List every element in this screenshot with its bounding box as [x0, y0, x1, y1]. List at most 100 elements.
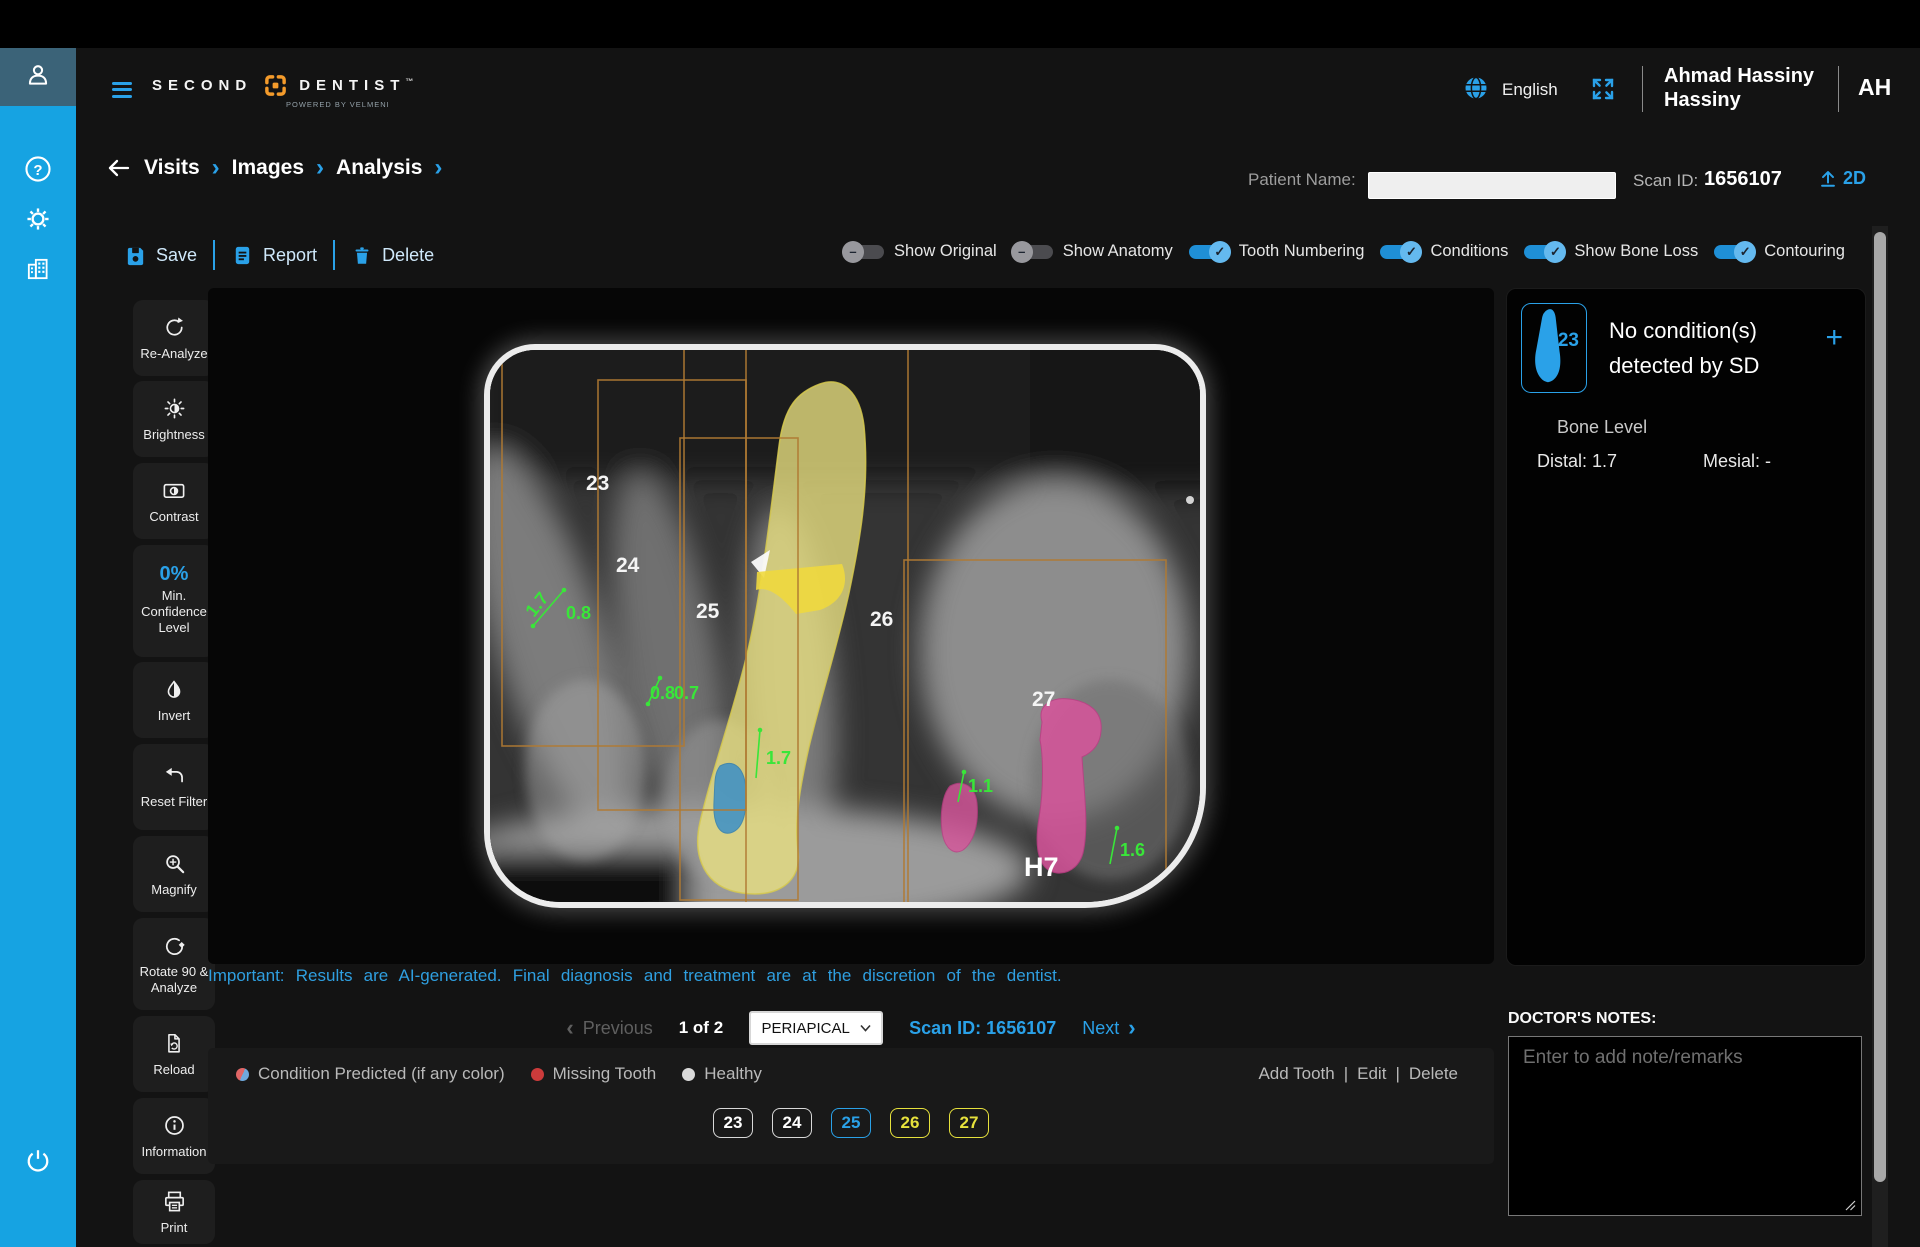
organization-icon	[24, 255, 52, 288]
help-icon: ?	[23, 154, 53, 189]
save-button[interactable]: Save	[124, 244, 197, 267]
minus-icon: –	[842, 241, 864, 263]
tooth-button-27[interactable]: 27	[949, 1108, 989, 1138]
information-button[interactable]: Information	[133, 1098, 215, 1174]
toggle-switch[interactable]: ✓	[1522, 243, 1566, 261]
tooth-thumbnail[interactable]: 23	[1521, 303, 1587, 393]
upload-icon	[1818, 167, 1838, 189]
left-nav-sidebar: ?	[0, 48, 76, 1247]
toggle-switch[interactable]: –	[842, 243, 886, 261]
healthy-dot-icon	[682, 1068, 695, 1081]
back-arrow-icon[interactable]	[106, 156, 132, 180]
breadcrumb-item-analysis[interactable]: Analysis	[336, 156, 422, 180]
menu-hamburger-icon[interactable]	[112, 78, 132, 101]
toggle-label: Conditions	[1430, 242, 1508, 261]
help-glyph: ?	[33, 161, 42, 178]
image-type-value: PERIAPICAL	[761, 1020, 849, 1037]
reset-filter-button[interactable]: Reset Filter	[133, 744, 215, 830]
magnify-button[interactable]: Magnify	[133, 836, 215, 912]
scan-id-label: Scan ID:	[1633, 171, 1698, 191]
add-tooth-button[interactable]: Add Tooth	[1258, 1064, 1334, 1084]
next-button[interactable]: Next ›	[1082, 1015, 1135, 1041]
xray-image[interactable]: 1.7 0.8 0.8 0.7 1.7 1.1	[490, 350, 1200, 902]
tooth-button-26[interactable]: 26	[890, 1108, 930, 1138]
tool-label: Contrast	[149, 509, 198, 525]
action-toolbar: Save Report Delet	[124, 240, 434, 270]
brightness-button[interactable]: Brightness	[133, 381, 215, 457]
edit-tooth-button[interactable]: Edit	[1357, 1064, 1386, 1084]
sidebar-item-organization[interactable]	[0, 242, 76, 300]
rotate-analyze-button[interactable]: Rotate 90 & Analyze	[133, 918, 215, 1010]
xray-viewer-panel: 1.7 0.8 0.8 0.7 1.7 1.1	[208, 288, 1494, 964]
tool-label: Print	[161, 1220, 188, 1236]
delete-label: Delete	[382, 245, 434, 266]
print-button[interactable]: Print	[133, 1180, 215, 1244]
scrollbar-thumb[interactable]	[1874, 232, 1886, 1182]
magnifier-icon	[162, 851, 187, 876]
patient-name-redacted	[1368, 172, 1616, 199]
measurement-value: 0.8	[566, 603, 591, 623]
legend-panel: Condition Predicted (if any color) Missi…	[208, 1048, 1494, 1164]
measurement-value: 1.6	[1120, 840, 1145, 860]
page-indicator: 1 of 2	[679, 1018, 723, 1038]
breadcrumb-item-visits[interactable]: Visits	[144, 156, 200, 180]
doctors-notes-title: DOCTOR'S NOTES:	[1508, 1010, 1656, 1028]
xray-annotations: 1.7 0.8 0.8 0.7 1.7 1.1	[490, 350, 1200, 902]
previous-button[interactable]: ‹ Previous	[566, 1015, 652, 1041]
breadcrumb: Visits › Images › Analysis ›	[106, 156, 442, 180]
tooth-actions: Add Tooth | Edit | Delete	[1258, 1064, 1458, 1084]
sidebar-item-profile[interactable]	[0, 48, 76, 106]
tooth-button-24[interactable]: 24	[772, 1108, 812, 1138]
image-type-select[interactable]: PERIAPICAL	[749, 1011, 883, 1045]
tool-label: Magnify	[151, 882, 197, 898]
upload-2d-button[interactable]: 2D	[1818, 167, 1866, 189]
language-selector[interactable]: English	[1502, 80, 1558, 100]
resize-handle-icon[interactable]	[1844, 1198, 1856, 1216]
tool-label: Reload	[153, 1062, 194, 1078]
legend-condition: Condition Predicted (if any color)	[236, 1064, 505, 1084]
breadcrumb-item-images[interactable]: Images	[232, 156, 304, 180]
legend-healthy: Healthy	[682, 1064, 762, 1084]
condition-message: No condition(s) detected by SD	[1609, 313, 1759, 383]
overlay-blue-condition	[714, 763, 746, 833]
chevron-right-icon: ›	[212, 158, 220, 178]
check-icon: ✓	[1209, 241, 1231, 263]
tooth-button-25[interactable]: 25	[831, 1108, 871, 1138]
trash-icon	[351, 244, 373, 267]
toggle-switch[interactable]: ✓	[1378, 243, 1422, 261]
actions-divider: |	[1395, 1064, 1399, 1084]
fullscreen-icon[interactable]	[1590, 76, 1616, 107]
brand-logo: SECOND DENTIST™	[152, 74, 419, 97]
tooth-number-label: 25	[696, 600, 720, 623]
patient-name-label: Patient Name:	[1248, 170, 1356, 190]
globe-icon[interactable]	[1462, 74, 1490, 107]
reanalyze-button[interactable]: Re-Analyze	[133, 300, 215, 376]
bright-artifact	[1186, 496, 1194, 504]
invert-button[interactable]: Invert	[133, 662, 215, 738]
toolbar-divider	[213, 240, 215, 270]
toggle-switch[interactable]: ✓	[1187, 243, 1231, 261]
tooth-button-23[interactable]: 23	[713, 1108, 753, 1138]
delete-tooth-button[interactable]: Delete	[1409, 1064, 1458, 1084]
toggle-contouring: ✓ Contouring	[1712, 242, 1845, 261]
sidebar-item-logout[interactable]	[0, 1134, 76, 1192]
add-condition-button[interactable]: +	[1825, 321, 1843, 355]
chevron-right-icon: ›	[316, 158, 324, 178]
report-button[interactable]: Report	[231, 244, 317, 267]
brand-second-word: DENTIST™	[299, 77, 419, 94]
avatar[interactable]: AH	[1858, 74, 1891, 101]
reload-button[interactable]: Reload	[133, 1016, 215, 1092]
missing-dot-icon	[531, 1068, 544, 1081]
delete-button[interactable]: Delete	[351, 244, 434, 267]
min-confidence-button[interactable]: 0% Min. Confidence Level	[133, 545, 215, 657]
doctors-notes-input[interactable]	[1508, 1036, 1862, 1216]
contrast-button[interactable]: Contrast	[133, 463, 215, 539]
tooth-number-label: 27	[1032, 688, 1055, 711]
toggle-switch[interactable]: –	[1011, 243, 1055, 261]
tool-label: Invert	[158, 708, 191, 724]
tool-label: Re-Analyze	[140, 346, 207, 362]
toggle-switch[interactable]: ✓	[1712, 243, 1756, 261]
app-root: ?	[0, 0, 1920, 1247]
toggle-show-anatomy: – Show Anatomy	[1011, 242, 1173, 261]
ai-disclaimer: Important: Results are AI-generated. Fin…	[208, 966, 1113, 986]
